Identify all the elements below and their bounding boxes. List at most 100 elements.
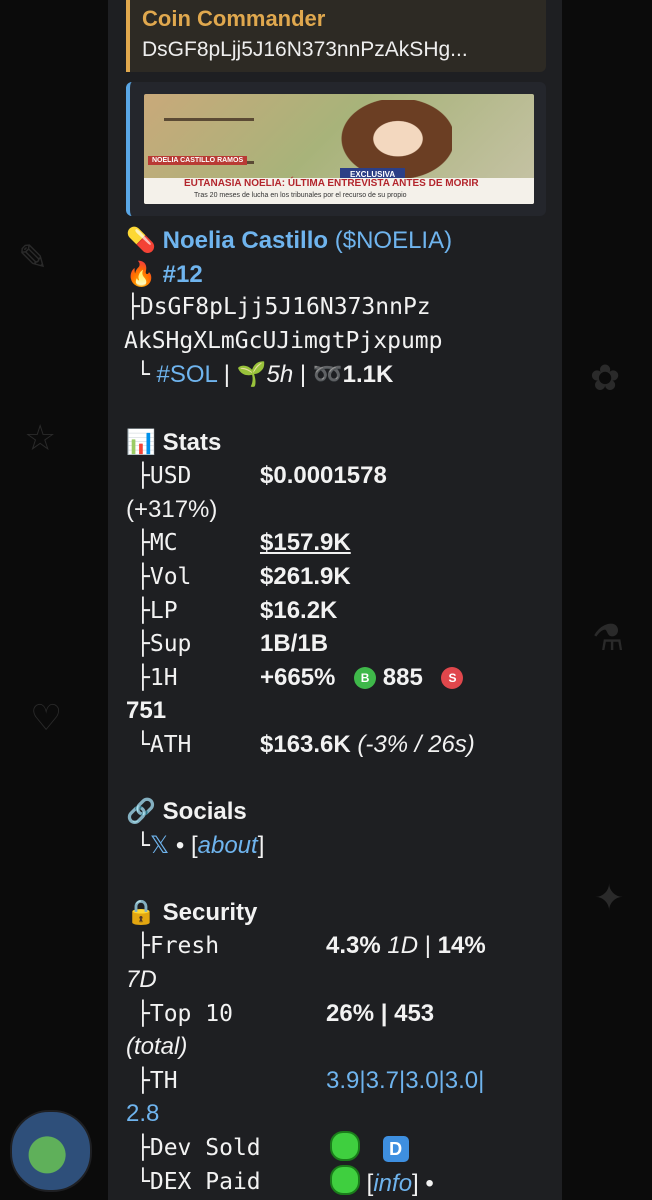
lp-row: ├LP $16.2K [126,594,546,628]
bracket: [ [190,831,198,859]
usd-change-row: (+317%) [126,493,546,527]
preview-headline: EUTANASIA NOELIA: ÚLTIMA ENTREVISTA ANTE… [184,178,479,189]
green-check-icon [330,1164,360,1195]
about-link[interactable]: about [198,832,258,859]
top10-note-row: (total) [126,1030,546,1064]
reply-quote[interactable]: Coin Commander DsGF8pLjj5J16N373nnPzAkSH… [126,0,546,72]
strawberry-doodle-icon: ✿ [590,357,621,398]
usd-value: $0.0001578 [260,462,387,490]
chain-hashtag[interactable]: #SOL [157,361,217,388]
usd-row: ├USD $0.0001578 [126,459,546,493]
tree-branch: ├ [126,294,140,321]
tree-branch: ├ [136,664,150,691]
tree-end: └ [136,1168,150,1195]
socials-header: 🔗 Socials [126,795,546,829]
token-name-link[interactable]: Noelia Castillo [163,227,328,254]
holders-count: 1.1K [342,361,394,389]
reply-snippet: DsGF8pLjj5J16N373nnPzAkSHg... [142,38,468,61]
fresh-1d-value: 4.3% [326,932,381,960]
sup-value: 1B/1B [260,630,329,658]
seedling-icon: 🌱 [236,361,267,389]
top10-total: 453 [394,999,435,1027]
top10-note: (total) [126,1033,188,1061]
one-hour-label: 1H [149,664,178,691]
vol-row: ├Vol $261.9K [126,560,546,594]
usd-label: USD [149,463,192,490]
bar-chart-icon: 📊 [126,428,156,456]
address-part-2: AkSHgXLmGcUJimgtPjxpump [124,327,443,354]
dev-sold-label: Dev Sold [149,1135,261,1162]
tree-branch: ├ [136,530,150,557]
lock-icon: 🔒 [126,898,156,926]
th-values-link-2[interactable]: 2.8 [126,1100,159,1127]
one-hour-change: +665% [260,663,336,691]
dev-badge: D [382,1136,409,1163]
address-row[interactable]: ├DsGF8pLjj5J16N373nnPz [126,291,546,325]
sender-avatar[interactable] [10,1110,92,1192]
tree-end: └ [136,832,150,859]
bullet: • [175,831,185,859]
pencil-doodle-icon: ✎ [18,237,49,278]
bullet: • [425,1169,434,1197]
pretzel-icon: ➿ [312,361,343,389]
sell-icon: S [441,666,464,689]
security-header: 🔒 Security [126,896,546,930]
top10-row: ├Top 10 26% | 453 [136,999,435,1027]
mc-value-link[interactable]: $157.9K [260,526,351,560]
pill-icon: 💊 [126,227,156,254]
stats-header: 📊 Stats [126,426,546,460]
dex-paid-label: DEX Paid [149,1168,261,1195]
green-check-icon [330,1131,360,1162]
meta-row: └ #SOL | 🌱5h | ➿1.1K [126,358,546,392]
sup-row: ├Sup 1B/1B [126,627,546,661]
ath-note: (-3% / 26s) [357,730,475,758]
preview-subline: Tras 20 meses de lucha en los tribunales… [194,192,407,199]
flask-doodle-icon: ⚗ [592,617,625,658]
token-symbol-link[interactable]: ($NOELIA) [335,227,452,254]
fresh-7d-unit: 7D [126,966,157,994]
link-preview[interactable]: NOELIA CASTILLO RAMOS EXCLUSIVA EUTANASI… [126,82,546,216]
tree-branch: ├ [136,597,150,624]
dev-sold-row: ├Dev Sold D [126,1131,546,1165]
mc-row: ├MC $157.9K [126,526,546,560]
preview-image[interactable]: NOELIA CASTILLO RAMOS EXCLUSIVA EUTANASI… [144,94,534,204]
ath-value: $163.6K [260,730,351,758]
top10-percent: 26% [326,999,375,1027]
bracket: ] [412,1169,419,1197]
tree-branch: ├ [136,463,150,490]
token-title-row: 💊 Noelia Castillo ($NOELIA) [126,224,546,258]
sell-count: 751 [126,697,167,725]
fresh-label: Fresh [149,933,220,960]
usd-change: (+317%) [126,495,218,523]
ath-row: └ATH $163.6K (-3% / 26s) [126,728,546,762]
separator: | [299,361,307,389]
x-link[interactable]: 𝕏 [150,832,169,859]
vol-value: $261.9K [260,562,351,590]
separator: | [223,361,230,389]
heart-doodle-icon: ♡ [30,697,63,738]
tree-branch: ├ [136,563,150,590]
star-doodle-icon: ☆ [24,417,57,458]
tree-branch: ├ [136,1135,150,1162]
vol-label: Vol [149,563,192,590]
fresh-7d-value: 14% [437,932,486,960]
reply-author: Coin Commander [142,6,326,31]
socials-row: └𝕏 • [about] [126,829,546,863]
rank-row: 🔥 #12 [126,258,546,292]
stats-title: Stats [162,428,222,456]
rank-link[interactable]: #12 [163,261,203,288]
fire-icon: 🔥 [126,260,156,288]
th-values-link[interactable]: 3.9|3.7|3.0|3.0| [326,1064,484,1098]
one-hour-row: ├1H +665% B 885 S [126,661,546,695]
address-row-2[interactable]: AkSHgXLmGcUJimgtPjxpump [124,325,546,359]
top10-label: Top 10 [149,1000,233,1027]
info-link[interactable]: info [373,1170,412,1197]
ath-label: ATH [149,731,192,758]
buy-count: 885 [382,663,423,691]
buy-icon: B [354,666,377,689]
sup-label: Sup [149,631,192,658]
security-title: Security [162,898,258,926]
tree-branch: ├ [136,631,150,658]
socials-title: Socials [162,798,247,826]
tree-branch: ├ [136,933,150,960]
